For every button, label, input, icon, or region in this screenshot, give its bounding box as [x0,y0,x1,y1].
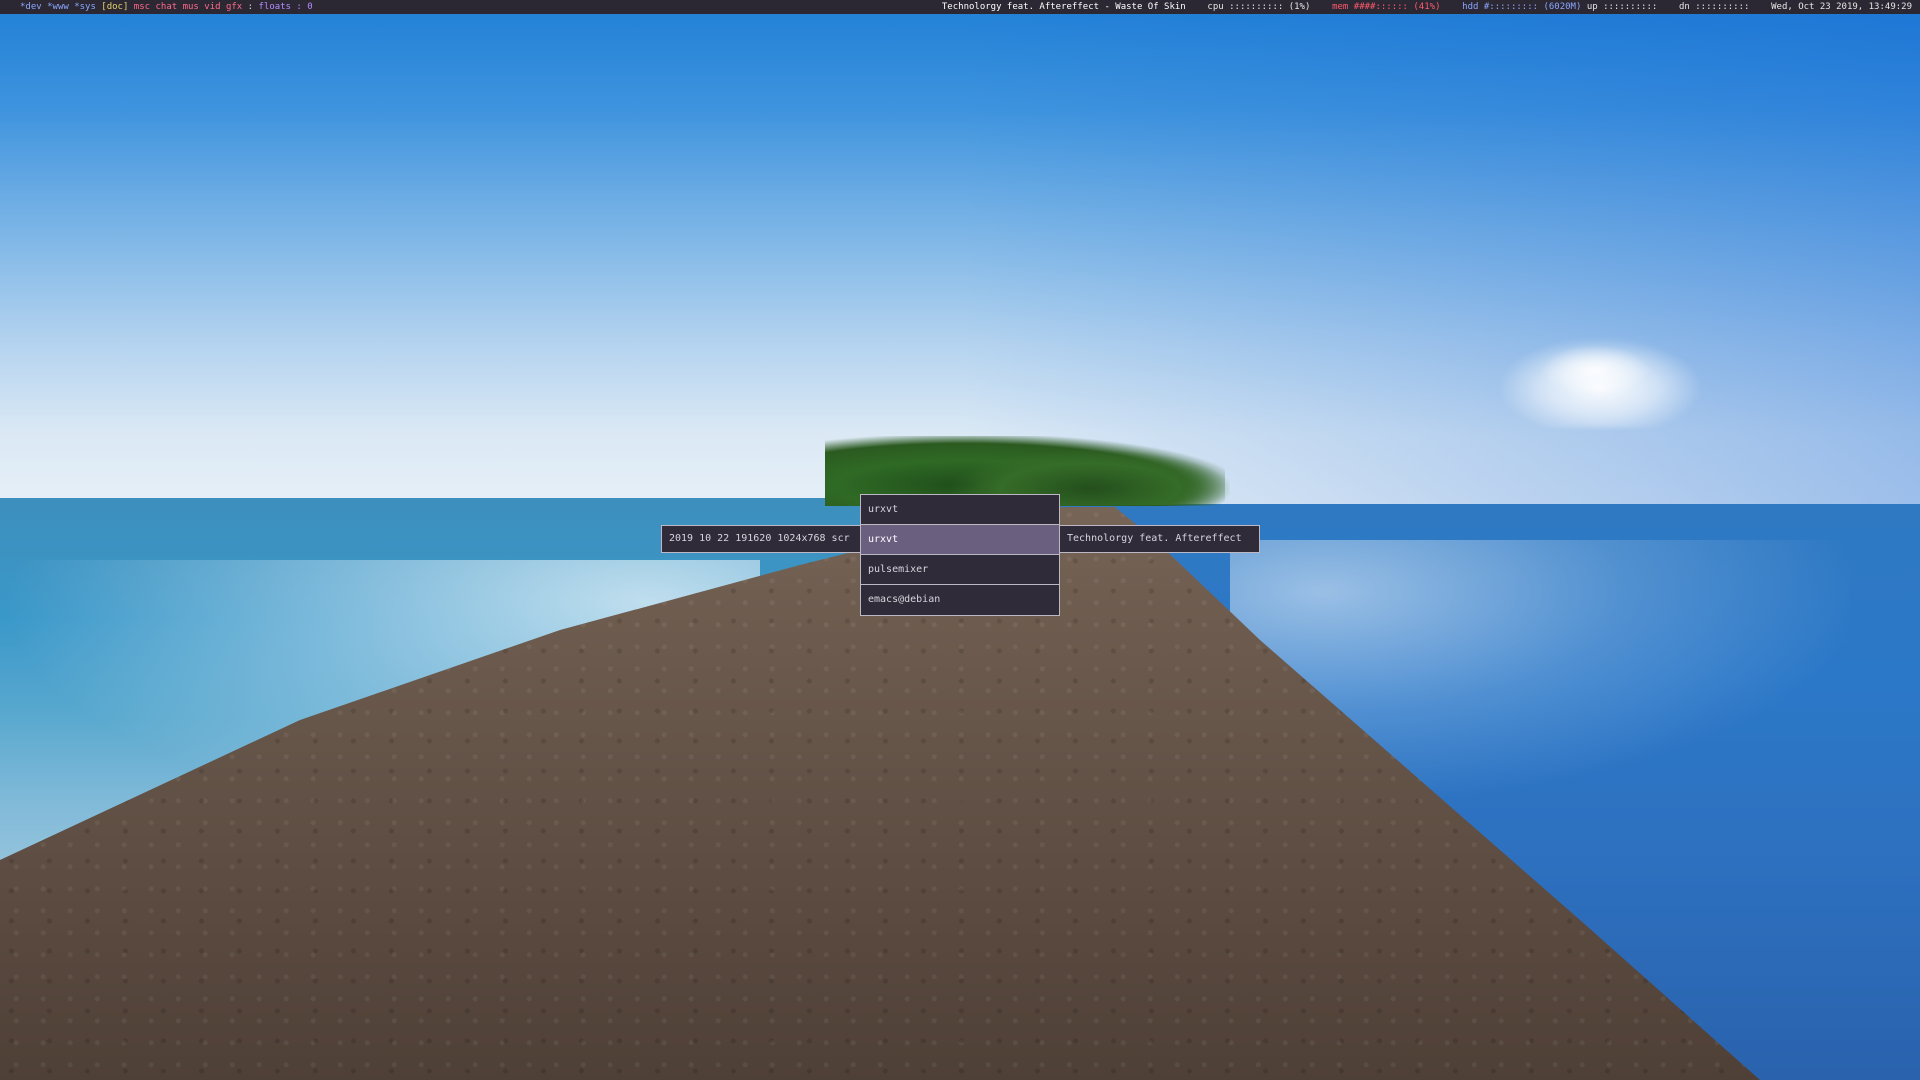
up-label: up [1586,2,1598,12]
wallpaper-cloud-small [1540,345,1650,395]
workspace-list: *dev *www *sys [doc] msc chat mus vid gf… [20,0,313,14]
now-playing: Technolorgy feat. Aftereffect - Waste Of… [941,2,1186,12]
cpu-value: (1%) [1288,2,1311,12]
hdd-graph: #::::::::: [1483,2,1539,12]
workspace-tag[interactable]: *www [42,2,69,12]
up-graph: :::::::::: [1603,2,1658,12]
workspace-tag[interactable]: gfx [221,2,242,12]
workspace-tag[interactable]: chat [150,2,177,12]
launcher-menu: urxvt urxvt pulsemixer emacs@debian [860,494,1060,616]
workspace-tag[interactable]: [doc] [96,2,128,12]
workspace-tag[interactable]: *sys [69,2,96,12]
workspace-tags: *dev *www *sys [doc] msc chat mus vid gf… [20,2,242,12]
cpu-graph: :::::::::: [1229,2,1284,12]
dn-graph: :::::::::: [1695,2,1750,12]
launcher-item-selected[interactable]: urxvt [861,525,1059,555]
workspace-tag[interactable]: *dev [20,2,42,12]
floats-label: floats [258,2,292,12]
floats-separator: : [291,2,308,12]
hdd-label: hdd [1462,2,1479,12]
cpu-label: cpu [1207,2,1224,12]
mem-value: (41%) [1413,2,1441,12]
status-widgets: Technolorgy feat. Aftereffect - Waste Of… [942,0,1912,14]
launcher-right-info: Technolorgy feat. Aftereffect [1059,525,1260,553]
wallpaper-sky-shade [960,0,1920,510]
status-bar: *dev *www *sys [doc] msc chat mus vid gf… [0,0,1920,14]
launcher-left-info: 2019 10 22 191620 1024x768 scr [661,525,861,553]
mem-label: mem [1332,2,1349,12]
launcher-item[interactable]: pulsemixer [861,555,1059,585]
floats-count: 0 [307,2,313,12]
mem-graph: ####:::::: [1353,2,1408,12]
launcher-item[interactable]: emacs@debian [861,585,1059,615]
clock: Wed, Oct 23 2019, 13:49:29 [1771,2,1912,12]
hdd-value: (6020M) [1543,2,1582,12]
workspace-tag[interactable]: mus [177,2,199,12]
launcher-item[interactable]: urxvt [861,495,1059,525]
dn-label: dn [1678,2,1690,12]
workspace-tag[interactable]: msc [128,2,150,12]
workspace-tag[interactable]: vid [199,2,220,12]
workspace-separator: : [242,2,259,12]
